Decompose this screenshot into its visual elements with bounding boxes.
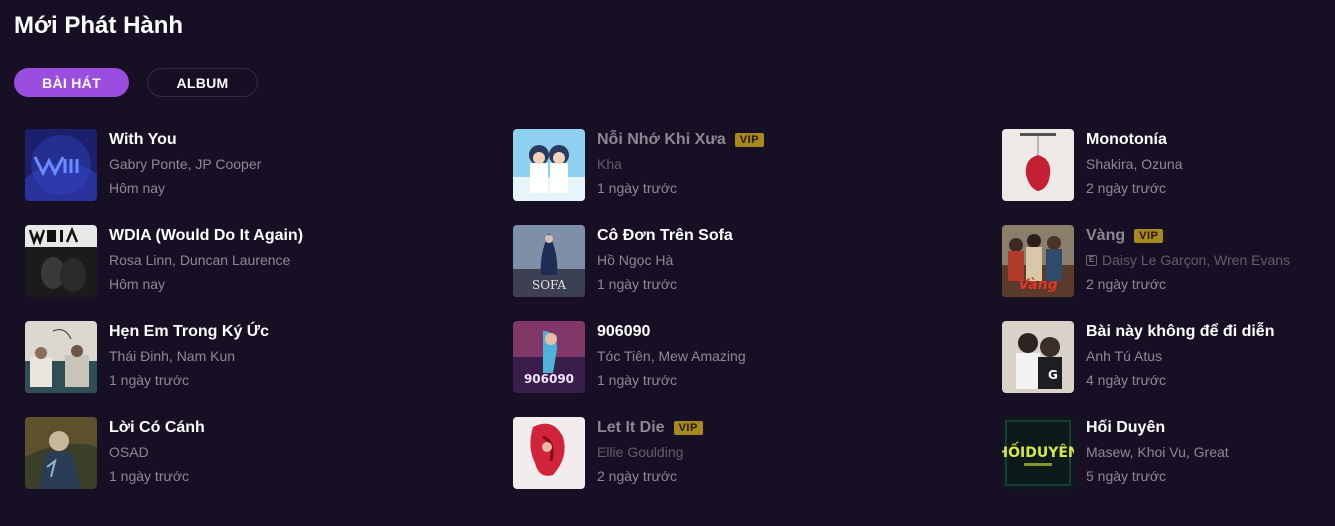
vip-badge: VIP xyxy=(673,421,703,435)
song-title[interactable]: Let It Die xyxy=(597,417,665,439)
section-title: Mới Phát Hành xyxy=(14,12,184,39)
song-artists-row: E Daisy Le Garçon, Wren Evans xyxy=(1086,250,1335,270)
svg-text:SOFA: SOFA xyxy=(532,278,566,292)
song-title[interactable]: Hẹn Em Trong Ký Ức xyxy=(109,321,269,343)
song-item[interactable]: With You Gabry Ponte, JP Cooper Hôm nay xyxy=(25,129,485,209)
release-time: 1 ngày trước xyxy=(597,180,678,196)
release-time: 1 ngày trước xyxy=(109,468,190,484)
release-time: 2 ngày trước xyxy=(597,468,678,484)
song-artists[interactable]: Ellie Goulding xyxy=(597,442,973,462)
song-artists[interactable]: Thái Đinh, Nam Kun xyxy=(109,346,485,366)
song-item[interactable]: G Bài này không để đi diễn Anh Tú Atus 4… xyxy=(1002,321,1335,401)
release-time: 1 ngày trước xyxy=(597,276,678,292)
song-item[interactable]: Nỗi Nhớ Khi Xưa VIP Kha 1 ngày trước xyxy=(513,129,973,209)
vip-badge: VIP xyxy=(1134,229,1164,243)
co-don-cover[interactable]: SOFA xyxy=(513,225,585,297)
wdia-cover[interactable] xyxy=(25,225,97,297)
song-item[interactable]: SOFA Cô Đơn Trên Sofa Hồ Ngọc Hà 1 ngày … xyxy=(513,225,973,305)
song-title[interactable]: Vàng xyxy=(1086,225,1125,247)
tab-songs[interactable]: BÀI HÁT xyxy=(14,68,129,97)
release-time: 1 ngày trước xyxy=(109,372,190,388)
song-title[interactable]: WDIA (Would Do It Again) xyxy=(109,225,303,247)
vang-cover[interactable]: Vàng xyxy=(1002,225,1074,297)
song-title[interactable]: Bài này không để đi diễn xyxy=(1086,321,1274,343)
song-artists[interactable]: Gabry Ponte, JP Cooper xyxy=(109,154,485,174)
new-release-section: Mới Phát Hành BÀI HÁT ALBUM With You Gab… xyxy=(0,0,1335,526)
monotonia-cover[interactable] xyxy=(1002,129,1074,201)
release-time: 1 ngày trước xyxy=(597,372,678,388)
song-item[interactable]: HỐIDUYÊN Hối Duyên Masew, Khoi Vu, Great… xyxy=(1002,417,1335,497)
song-artists[interactable]: Hồ Ngọc Hà xyxy=(597,250,973,270)
song-artists[interactable]: Daisy Le Garçon, Wren Evans xyxy=(1102,250,1290,270)
noi-nho-cover[interactable] xyxy=(513,129,585,201)
song-title[interactable]: Cô Đơn Trên Sofa xyxy=(597,225,733,247)
with-you-cover[interactable] xyxy=(25,129,97,201)
let-it-die-cover[interactable] xyxy=(513,417,585,489)
song-item[interactable]: Vàng Vàng VIP E Daisy Le Garçon, Wren Ev… xyxy=(1002,225,1335,305)
hen-em-cover[interactable] xyxy=(25,321,97,393)
bai-nay-cover[interactable]: G xyxy=(1002,321,1074,393)
release-time: 2 ngày trước xyxy=(1086,180,1167,196)
song-artists[interactable]: Shakira, Ozuna xyxy=(1086,154,1335,174)
release-time: Hôm nay xyxy=(109,276,166,292)
song-title[interactable]: Hối Duyên xyxy=(1086,417,1165,439)
song-title[interactable]: With You xyxy=(109,129,177,151)
song-item[interactable]: Let It Die VIP Ellie Goulding 2 ngày trư… xyxy=(513,417,973,497)
song-title[interactable]: Lời Có Cánh xyxy=(109,417,205,439)
song-item[interactable]: Monotonía Shakira, Ozuna 2 ngày trước xyxy=(1002,129,1335,209)
release-time: 2 ngày trước xyxy=(1086,276,1167,292)
song-item[interactable]: Lời Có Cánh OSAD 1 ngày trước xyxy=(25,417,485,497)
song-title[interactable]: Monotonía xyxy=(1086,129,1167,151)
release-time: 4 ngày trước xyxy=(1086,372,1167,388)
song-item[interactable]: 906090 906090 Tóc Tiên, Mew Amazing 1 ng… xyxy=(513,321,973,401)
loi-co-canh-cover[interactable] xyxy=(25,417,97,489)
explicit-icon: E xyxy=(1086,254,1097,266)
song-item[interactable]: WDIA (Would Do It Again) Rosa Linn, Dunc… xyxy=(25,225,485,305)
release-time: 5 ngày trước xyxy=(1086,468,1167,484)
906090-cover[interactable]: 906090 xyxy=(513,321,585,393)
svg-text:Vàng: Vàng xyxy=(1018,277,1057,293)
svg-text:G: G xyxy=(1048,368,1058,382)
svg-text:906090: 906090 xyxy=(524,372,574,386)
song-artists[interactable]: OSAD xyxy=(109,442,485,462)
song-artists[interactable]: Kha xyxy=(597,154,973,174)
vip-badge: VIP xyxy=(734,133,764,147)
song-artists[interactable]: Masew, Khoi Vu, Great xyxy=(1086,442,1335,462)
hoi-duyen-cover[interactable]: HỐIDUYÊN xyxy=(1002,417,1074,489)
tab-album[interactable]: ALBUM xyxy=(147,68,258,97)
song-artists[interactable]: Tóc Tiên, Mew Amazing xyxy=(597,346,973,366)
song-item[interactable]: Hẹn Em Trong Ký Ức Thái Đinh, Nam Kun 1 … xyxy=(25,321,485,401)
release-time: Hôm nay xyxy=(109,180,166,196)
song-artists[interactable]: Anh Tú Atus xyxy=(1086,346,1335,366)
song-title[interactable]: Nỗi Nhớ Khi Xưa xyxy=(597,129,726,151)
song-artists[interactable]: Rosa Linn, Duncan Laurence xyxy=(109,250,485,270)
song-title[interactable]: 906090 xyxy=(597,321,650,343)
